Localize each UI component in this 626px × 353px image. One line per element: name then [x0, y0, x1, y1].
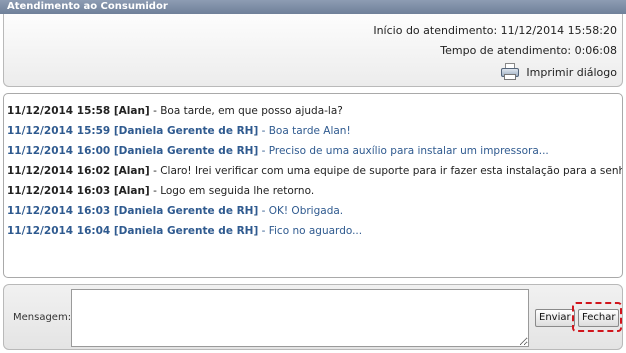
chat-message: 11/12/2014 16:04 [Daniela Gerente de RH]…	[7, 224, 622, 244]
chat-message: 11/12/2014 16:02 [Alan] - Claro! Irei ve…	[7, 164, 622, 184]
message-input[interactable]	[71, 289, 529, 347]
chat-message: 11/12/2014 16:00 [Daniela Gerente de RH]…	[7, 144, 622, 164]
message-text: - Boa tarde Alan!	[258, 125, 351, 137]
message-stamp: 11/12/2014 16:00 [Daniela Gerente de RH]	[7, 145, 259, 157]
window-title: Atendimento ao Consumidor	[0, 0, 626, 14]
chat-message: 11/12/2014 15:59 [Daniela Gerente de RH]…	[7, 124, 622, 144]
print-dialog-label[interactable]: Imprimir diálogo	[526, 66, 617, 79]
chat-log[interactable]: 11/12/2014 15:58 [Alan] - Boa tarde, em …	[3, 93, 623, 278]
message-text: - OK! Obrigada.	[258, 205, 344, 217]
chat-message: 11/12/2014 16:03 [Daniela Gerente de RH]…	[7, 204, 622, 224]
print-dialog-button[interactable]: Imprimir diálogo	[500, 63, 617, 81]
message-label: Mensagem:	[13, 312, 72, 323]
info-panel: Início do atendimento: 11/12/2014 15:58:…	[3, 14, 623, 87]
message-text: - Logo em seguida lhe retorno.	[149, 185, 315, 197]
chat-message: 11/12/2014 16:03 [Alan] - Logo em seguid…	[7, 184, 622, 204]
send-button[interactable]: Enviar	[535, 309, 575, 327]
message-stamp: 11/12/2014 15:58 [Alan]	[7, 105, 150, 117]
message-stamp: 11/12/2014 16:03 [Daniela Gerente de RH]	[7, 205, 259, 217]
message-text: - Fico no aguardo...	[258, 225, 363, 237]
printer-icon[interactable]	[500, 63, 520, 81]
close-button[interactable]: Fechar	[578, 309, 620, 327]
chat-message: 11/12/2014 15:58 [Alan] - Boa tarde, em …	[7, 104, 622, 124]
start-time-label: Início do atendimento: 11/12/2014 15:58:…	[373, 24, 617, 37]
message-text: - Claro! Irei verificar com uma equipe d…	[149, 165, 622, 177]
duration-label: Tempo de atendimento: 0:06:08	[440, 44, 617, 57]
message-stamp: 11/12/2014 15:59 [Daniela Gerente de RH]	[7, 125, 259, 137]
message-stamp: 11/12/2014 16:02 [Alan]	[7, 165, 150, 177]
composer-panel: Mensagem: Enviar Fechar	[3, 284, 623, 350]
message-stamp: 11/12/2014 16:04 [Daniela Gerente de RH]	[7, 225, 259, 237]
message-stamp: 11/12/2014 16:03 [Alan]	[7, 185, 150, 197]
message-text: - Preciso de uma auxílio para instalar u…	[258, 145, 549, 157]
message-text: - Boa tarde, em que posso ajuda-la?	[149, 105, 343, 117]
